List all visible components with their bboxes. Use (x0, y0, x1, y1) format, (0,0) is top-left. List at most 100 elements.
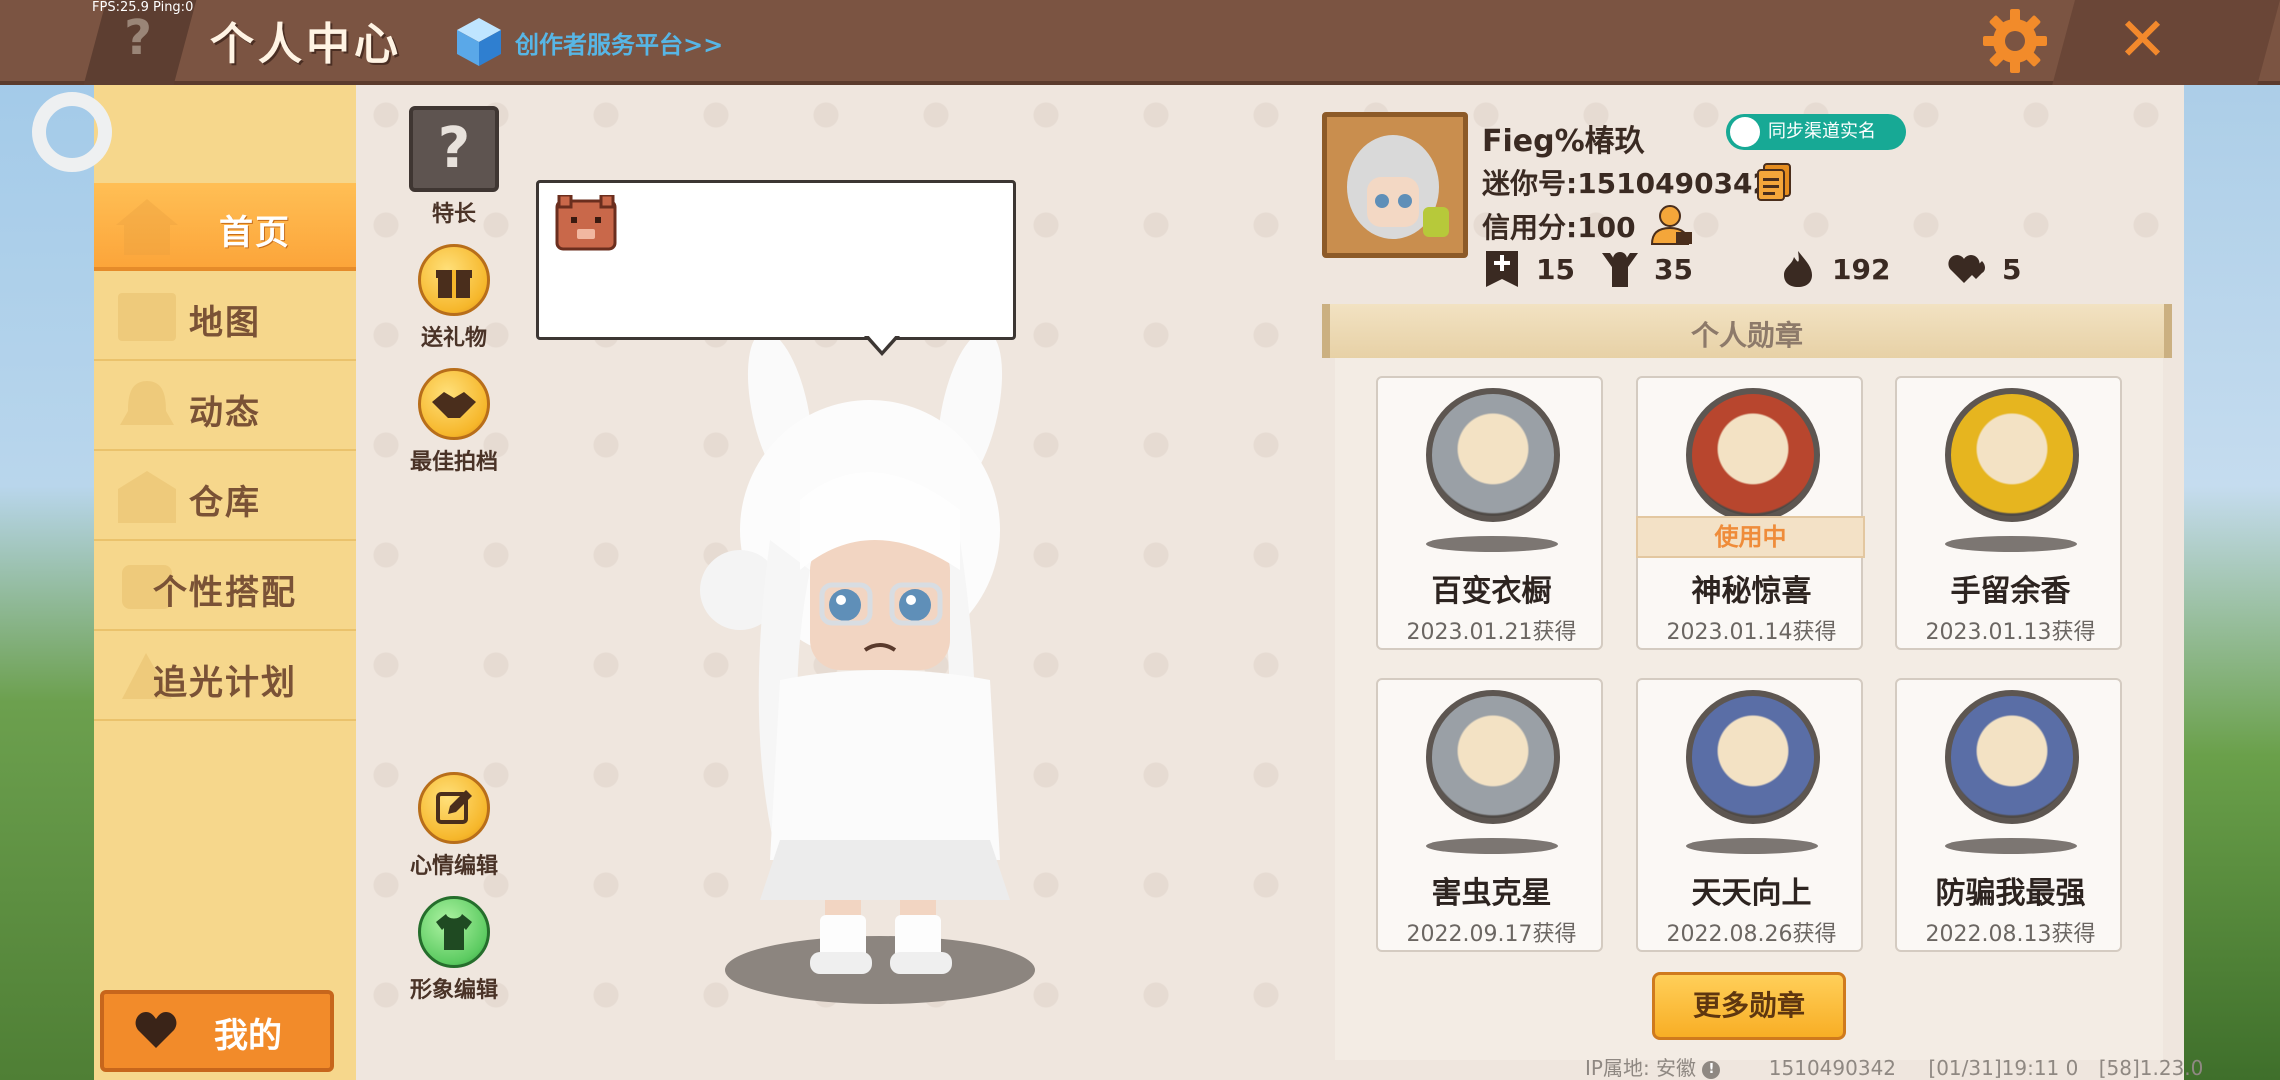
medal-name: 害虫克星 (1431, 876, 1552, 911)
sync-realname-button[interactable]: 同步渠道实名 (1726, 114, 1906, 150)
avatar-edit-button[interactable]: 形象编辑 (394, 896, 514, 1004)
sidebar-item-label: 个性搭配 (153, 573, 297, 613)
medal-section-title: 个人勋章 (1690, 319, 1803, 352)
medal-date: 2023.01.14获得 (1666, 620, 1837, 645)
medal-badge-icon (1686, 690, 1820, 824)
ip-location: IP属地: 安徽 ! (1585, 1056, 1721, 1080)
sidebar-item-warehouse[interactable]: 仓库 (94, 453, 356, 541)
fans-stat[interactable]: 35 (1600, 246, 1693, 292)
ip-location-text: IP属地: 安徽 (1585, 1056, 1697, 1080)
footer-info: IP属地: 安徽 ! 1510490342 [01/31]19:11 0 [58… (1585, 1052, 2203, 1080)
medal-badge-icon (1945, 388, 2079, 522)
avatar-edit-label: 形象编辑 (409, 978, 498, 1003)
medal-name: 手留余香 (1950, 574, 2071, 609)
medal-date: 2023.01.21获得 (1406, 620, 1577, 645)
background-scene-right (2180, 0, 2280, 1080)
close-icon[interactable]: ✕ (2110, 8, 2175, 73)
floating-assist-button[interactable] (32, 92, 112, 172)
friends-count: 15 (1536, 252, 1575, 286)
medal-date: 2022.08.13获得 (1925, 922, 2096, 947)
credit-score: 信用分:100 (1482, 211, 1636, 244)
fps-indicator: FPS:25.9 Ping:0 (92, 0, 194, 15)
best-partner-label: 最佳拍档 (409, 450, 498, 475)
creator-platform-link[interactable]: 创作者服务平台>> (455, 14, 723, 70)
sidebar-item-label: 地图 (189, 303, 261, 343)
avatar[interactable] (1322, 112, 1468, 258)
medal-card[interactable]: 手留余香 2023.01.13获得 (1895, 376, 2122, 650)
sidebar-item-map[interactable]: 地图 (94, 273, 356, 361)
medal-badge-icon (1945, 690, 2079, 824)
medal-date: 2023.01.13获得 (1925, 620, 2096, 645)
friends-stat[interactable]: 15 (1482, 246, 1575, 292)
likes-stat: 5 (1948, 246, 2021, 292)
medal-name: 神秘惊喜 (1691, 574, 1812, 609)
credit-user-icon[interactable] (1650, 204, 1694, 246)
heat-stat: 192 (1778, 246, 1890, 292)
sidebar-item-label: 追光计划 (153, 663, 297, 703)
hearts-icon (1948, 255, 1985, 283)
cube-icon (457, 18, 501, 66)
footer-version: [58]1.23.0 (2098, 1056, 2204, 1080)
footer-time: [01/31]19:11 0 (1928, 1056, 2079, 1080)
question-icon: ? (409, 106, 499, 192)
medal-name: 百变衣橱 (1431, 574, 1552, 609)
gear-icon[interactable] (1980, 6, 2050, 76)
edit-icon (418, 772, 490, 844)
player-avatar[interactable] (660, 340, 1060, 1010)
creator-platform-label: 创作者服务平台>> (515, 30, 724, 59)
sidebar-item-home[interactable]: 首页 (94, 183, 356, 271)
medal-section-header: 个人勋章 (1322, 304, 2172, 358)
user-icon (1730, 117, 1760, 147)
medal-date: 2022.08.26获得 (1666, 922, 1837, 947)
medal-name: 天天向上 (1691, 876, 1812, 911)
heat-count: 192 (1832, 252, 1891, 286)
mine-label: 我的 (214, 1016, 282, 1056)
add-friend-icon (1486, 251, 1518, 287)
fans-icon (1602, 252, 1638, 287)
medal-card[interactable]: 天天向上 2022.08.26获得 (1636, 678, 1863, 952)
medal-name: 防骗我最强 (1935, 876, 2086, 911)
medal-date: 2022.09.17获得 (1406, 922, 1577, 947)
medal-badge-icon (1426, 388, 1560, 522)
sidebar-item-label: 仓库 (189, 483, 261, 523)
medal-card[interactable]: 害虫克星 2022.09.17获得 (1376, 678, 1603, 952)
sidebar-item-feed[interactable]: 动态 (94, 363, 356, 451)
medal-card[interactable]: 防骗我最强 2022.08.13获得 (1895, 678, 2122, 952)
sidebar-item-label: 动态 (189, 393, 261, 433)
page-title: 个人中心 (210, 19, 402, 70)
medal-card[interactable]: 百变衣橱 2023.01.21获得 (1376, 376, 1603, 650)
more-medals-button[interactable]: 更多勋章 (1652, 972, 1846, 1040)
medal-shadow (1945, 536, 2077, 552)
mine-button[interactable]: 我的 (100, 990, 334, 1072)
gift-button[interactable]: 送礼物 (394, 244, 514, 352)
copy-icon[interactable] (1756, 162, 1792, 202)
talent-button[interactable]: ? 特长 (394, 106, 514, 228)
medal-card[interactable]: 使用中神秘惊喜 2023.01.14获得 (1636, 376, 1865, 650)
heart-icon (135, 1012, 177, 1048)
shirt-icon (418, 896, 490, 968)
fire-icon (1784, 251, 1812, 287)
talent-label: 特长 (431, 202, 476, 227)
sync-realname-label: 同步渠道实名 (1768, 121, 1876, 142)
mood-face-icon (555, 195, 617, 251)
help-icon[interactable]: ? (118, 10, 158, 70)
gift-icon (418, 244, 490, 316)
mood-edit-button[interactable]: 心情编辑 (394, 772, 514, 880)
mood-edit-label: 心情编辑 (409, 854, 498, 879)
fans-count: 35 (1654, 252, 1693, 286)
medal-shadow (1945, 838, 2077, 854)
info-icon[interactable]: ! (1702, 1060, 1721, 1079)
best-partner-button[interactable]: 最佳拍档 (394, 368, 514, 476)
sidebar-item-outfit[interactable]: 个性搭配 (94, 543, 356, 631)
footer-uid: 1510490342 (1768, 1056, 1897, 1080)
nickname: Fieg%椿玖 (1482, 124, 1645, 159)
medal-shadow (1426, 536, 1558, 552)
handshake-icon (418, 368, 490, 440)
medal-shadow (1426, 838, 1558, 854)
medal-badge-icon (1686, 388, 1820, 522)
likes-count: 5 (2002, 252, 2022, 286)
profile-portrait (1327, 117, 1463, 253)
in-use-badge: 使用中 (1636, 516, 1865, 558)
sidebar-item-plan[interactable]: 追光计划 (94, 633, 356, 721)
mini-id: 迷你号:1510490342 (1482, 167, 1773, 200)
